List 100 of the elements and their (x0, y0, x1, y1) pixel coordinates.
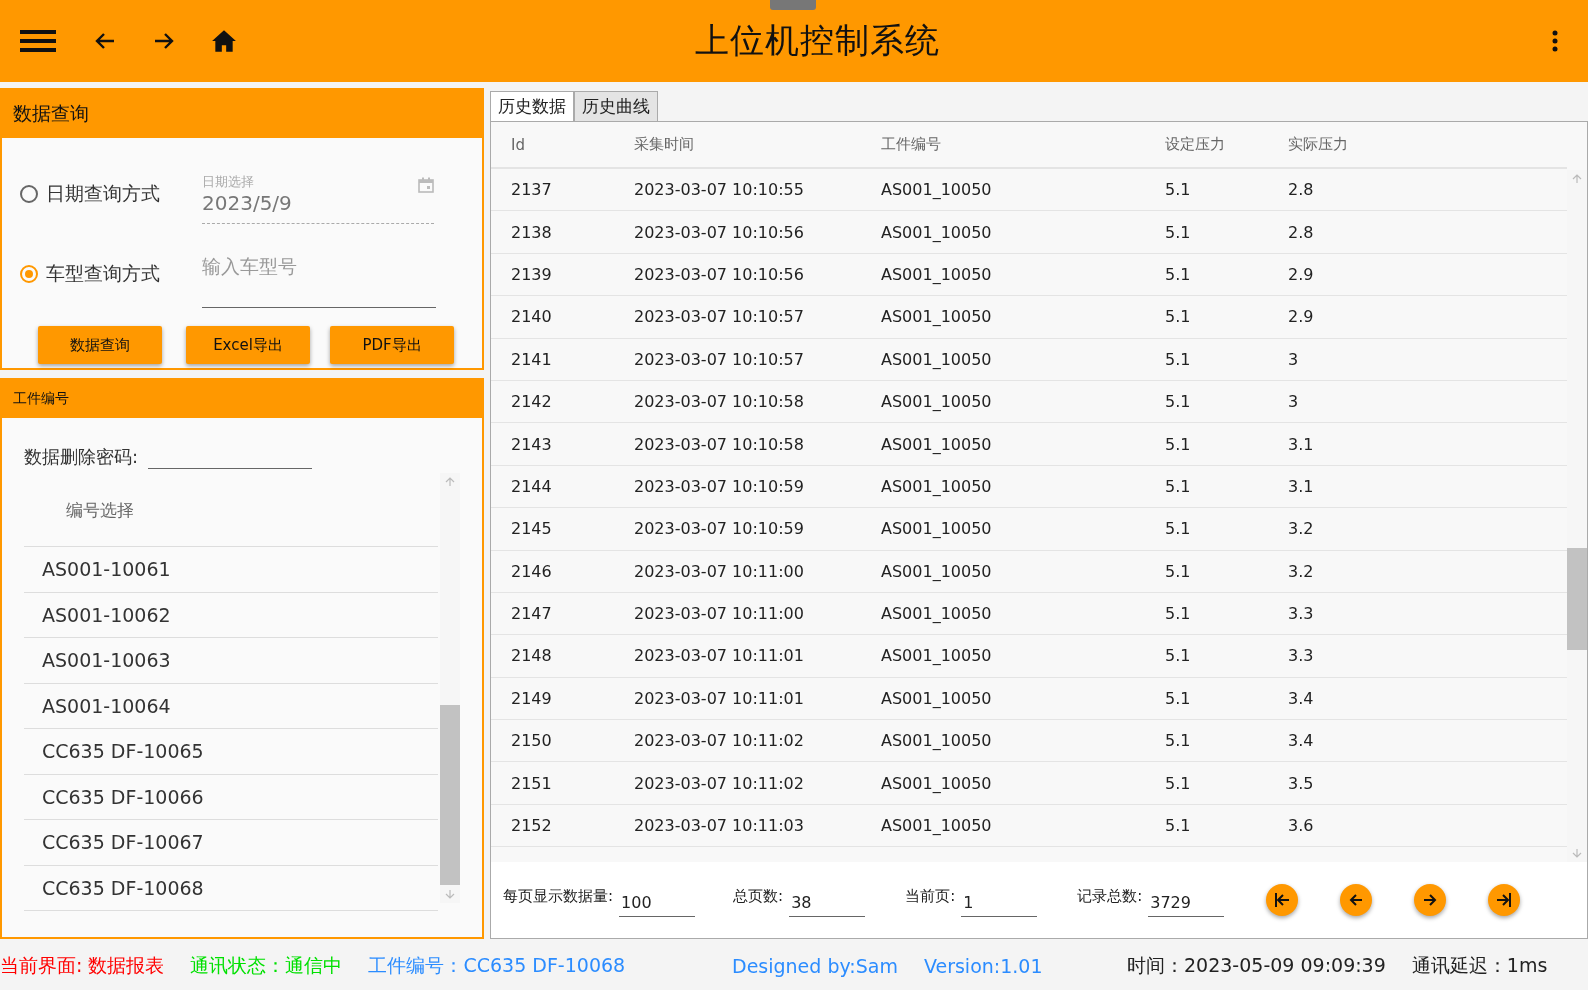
table-cell-text: 2144 (510, 476, 553, 496)
table-cell-text: 2139 (510, 264, 553, 284)
table-cell-text: 3.2 (1287, 519, 1315, 539)
table-cell-text: 2023-03-07 10:11:00 (633, 561, 805, 581)
table-cell-text: 3.4 (1287, 731, 1315, 751)
column-header[interactable]: Id (491, 135, 614, 154)
table-cell-text: 2140 (510, 307, 553, 327)
card-title: 数据查询 (2, 90, 482, 138)
table-cell-text: 2137 (510, 180, 553, 200)
prev-page-button[interactable] (1340, 884, 1373, 916)
table-cell-text: 5.1 (1164, 392, 1192, 412)
menu-icon[interactable] (20, 29, 56, 53)
table-cell-text: 3.1 (1287, 476, 1315, 496)
table-cell-text: AS001_10050 (880, 222, 993, 242)
list-item[interactable]: CC635 DF-10068 (24, 865, 438, 911)
table-cell-text: 3.6 (1287, 816, 1315, 836)
table-cell-text: 5.1 (1164, 773, 1192, 793)
table-cell-text: 3 (1287, 392, 1300, 412)
table-cell-text: 2145 (510, 519, 553, 539)
column-header[interactable]: 实际压力 (1268, 135, 1567, 154)
first-page-button[interactable] (1266, 884, 1299, 916)
table-cell-text: 2023-03-07 10:10:59 (633, 519, 805, 539)
status-text: Designed by:Sam (732, 955, 898, 977)
table-cell-text: 2148 (510, 646, 553, 666)
last-page-button[interactable] (1488, 884, 1521, 916)
pager-label: 当前页: (905, 886, 956, 906)
pager-field[interactable]: 100 (619, 883, 696, 917)
table-cell-text: 2147 (510, 604, 553, 624)
table-cell-text: AS001_10050 (880, 392, 993, 412)
model-input-field[interactable]: 输入车型号 (202, 248, 436, 308)
list-item[interactable]: CC635 DF-10067 (24, 820, 438, 866)
list-item[interactable]: CC635 DF-10066 (24, 774, 438, 820)
table-cell-text: 2149 (510, 688, 553, 708)
table-cell-text: 2023-03-07 10:10:58 (633, 434, 805, 454)
status-text: 通讯延迟：1ms (1411, 953, 1548, 978)
column-header[interactable]: 设定压力 (1145, 135, 1268, 154)
table-cell-text: 5.1 (1164, 816, 1192, 836)
scrollbar[interactable] (440, 473, 460, 903)
status-text: Version:1.01 (923, 955, 1043, 977)
pager-field[interactable]: 1 (961, 883, 1038, 917)
list-item[interactable]: AS001-10064 (24, 683, 438, 729)
table-cell-text: 2143 (510, 434, 553, 454)
list-item[interactable]: CC635 DF-10065 (24, 729, 438, 775)
action-button[interactable]: PDF导出 (330, 326, 454, 364)
scroll-thumb[interactable] (440, 705, 460, 885)
pager-field[interactable]: 3729 (1148, 883, 1225, 917)
tab[interactable]: 历史曲线 (574, 91, 658, 121)
column-header[interactable]: 工件编号 (861, 135, 1145, 154)
table-cell-text: 2023-03-07 10:10:55 (633, 180, 805, 200)
table-cell-text: 3.2 (1287, 561, 1315, 581)
drag-handle[interactable] (770, 0, 816, 10)
pager-label: 记录总数: (1077, 886, 1143, 906)
table-cell-text: 2152 (510, 816, 553, 836)
pager-label: 每页显示数据量: (503, 886, 614, 906)
table-cell-text: 2023-03-07 10:10:56 (633, 264, 805, 284)
radio-option[interactable]: 日期查询方式 (20, 181, 202, 207)
pager-field[interactable]: 38 (789, 883, 866, 917)
list-item[interactable]: AS001-10063 (24, 638, 438, 684)
table-cell-text: 2.9 (1287, 307, 1315, 327)
table-cell-text: 2023-03-07 10:10:58 (633, 392, 805, 412)
table-cell-text: 5.1 (1164, 519, 1192, 539)
pager-label: 总页数: (733, 886, 784, 906)
table-cell-text: 2151 (510, 773, 553, 793)
password-label: 数据删除密码: (24, 445, 139, 469)
list-item[interactable]: AS001-10061 (24, 547, 438, 593)
table-cell-text: 2.8 (1287, 222, 1315, 242)
card-title: 工件编号 (2, 380, 482, 418)
tab[interactable]: 历史数据 (490, 91, 574, 121)
table-cell-text: AS001_10050 (880, 264, 993, 284)
table-cell-text: 5.1 (1164, 561, 1192, 581)
table-cell-text: 5.1 (1164, 476, 1192, 496)
status-text: 当前界面: 数据报表 (0, 953, 165, 978)
table-cell-text: 3.1 (1287, 434, 1315, 454)
table-cell-text: 2023-03-07 10:11:01 (633, 688, 805, 708)
table-cell-text: 3.3 (1287, 646, 1315, 666)
next-page-button[interactable] (1414, 884, 1447, 916)
table-cell-text: 2.9 (1287, 264, 1315, 284)
table-cell-text: 5.1 (1164, 222, 1192, 242)
action-button[interactable]: Excel导出 (186, 326, 310, 364)
list-item[interactable]: AS001-10062 (24, 592, 438, 638)
table-cell-text: AS001_10050 (880, 773, 993, 793)
table-cell-text: 2.8 (1287, 180, 1315, 200)
table-cell-text: AS001_10050 (880, 349, 993, 369)
table-cell-text: 3.3 (1287, 604, 1315, 624)
more-options-icon[interactable] (1552, 30, 1558, 52)
action-button[interactable]: 数据查询 (38, 326, 162, 364)
table-cell-text: AS001_10050 (880, 816, 993, 836)
table-cell-text: 2138 (510, 222, 553, 242)
date-field[interactable]: 日期选择 2023/5/9 (202, 164, 434, 224)
table-cell-text: AS001_10050 (880, 434, 993, 454)
table-cell-text: 2146 (510, 561, 553, 581)
status-text: 工件编号：CC635 DF-10068 (368, 953, 626, 978)
radio-option[interactable]: 车型查询方式 (20, 261, 202, 287)
table-cell-text: 5.1 (1164, 180, 1192, 200)
table-cell-text: AS001_10050 (880, 180, 993, 200)
scroll-thumb[interactable] (1567, 548, 1587, 650)
home-icon[interactable] (211, 29, 237, 53)
table-cell-text: 5.1 (1164, 604, 1192, 624)
column-header[interactable]: 采集时间 (614, 135, 861, 154)
table-cell-text: 5.1 (1164, 646, 1192, 666)
